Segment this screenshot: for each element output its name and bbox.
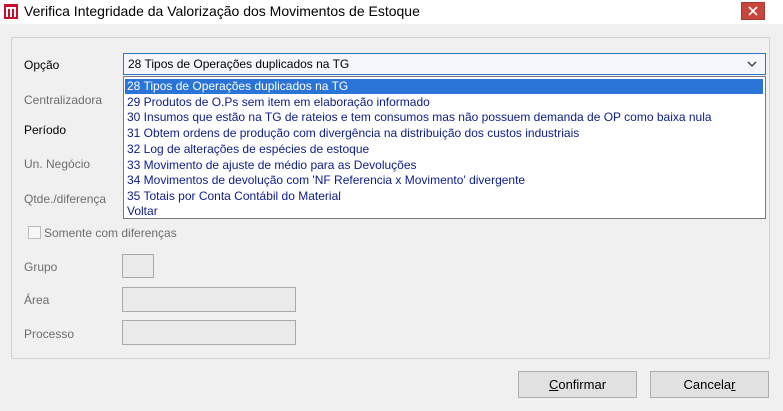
somente-diferencas-checkbox[interactable] xyxy=(28,226,41,239)
opcao-select-value: 28 Tipos de Operações duplicados na TG xyxy=(128,57,350,71)
dropdown-option[interactable]: 34 Movimentos de devolução com 'NF Refer… xyxy=(127,173,525,188)
title-bar: Verifica Integridade da Valorização dos … xyxy=(0,0,783,24)
dropdown-option[interactable]: 28 Tipos de Operações duplicados na TG xyxy=(125,79,763,94)
processo-label: Processo xyxy=(24,327,75,341)
opcao-label: Opção xyxy=(24,58,60,72)
cancelar-label: Cancela xyxy=(683,377,732,392)
grupo-field[interactable] xyxy=(122,254,154,278)
confirmar-label: onfirmar xyxy=(558,377,607,392)
window-title: Verifica Integridade da Valorização dos … xyxy=(24,3,420,19)
dropdown-option[interactable]: 33 Movimento de ajuste de médio para as … xyxy=(127,158,417,173)
somente-diferencas-label: Somente com diferenças xyxy=(44,226,177,240)
confirmar-mnemonic: C xyxy=(548,377,559,392)
close-icon xyxy=(748,6,758,16)
dropdown-option[interactable]: 29 Produtos de O.Ps sem item em elaboraç… xyxy=(127,95,430,110)
qtde-diferenca-label: Qtde./diferença xyxy=(24,192,107,206)
periodo-label: Período xyxy=(24,123,67,137)
grupo-label: Grupo xyxy=(24,260,58,274)
area-field[interactable] xyxy=(122,287,296,312)
processo-field[interactable] xyxy=(122,320,296,345)
confirmar-button[interactable]: Confirmar xyxy=(518,371,637,398)
area-label: Área xyxy=(24,293,50,307)
dropdown-option-voltar[interactable]: Voltar xyxy=(127,204,158,219)
opcao-select[interactable]: 28 Tipos de Operações duplicados na TG xyxy=(123,53,766,75)
dropdown-option[interactable]: 32 Log de alterações de espécies de esto… xyxy=(127,142,369,157)
chevron-down-icon[interactable] xyxy=(747,60,757,68)
dropdown-option[interactable]: 31 Obtem ordens de produção com divergên… xyxy=(127,126,579,141)
centralizadora-label: Centralizadora xyxy=(24,93,103,107)
app-logo-icon xyxy=(4,4,18,19)
un-negocio-label: Un. Negócio xyxy=(24,157,91,171)
dropdown-option[interactable]: 35 Totais por Conta Contábil do Material xyxy=(127,189,341,204)
opcao-dropdown-list: 28 Tipos de Operações duplicados na TG 2… xyxy=(123,76,766,219)
dropdown-option[interactable]: 30 Insumos que estão na TG de rateios e … xyxy=(127,110,712,125)
cancelar-button[interactable]: Cancela r xyxy=(650,371,769,398)
close-button[interactable] xyxy=(741,2,765,20)
cancelar-mnemonic: r xyxy=(731,377,736,392)
